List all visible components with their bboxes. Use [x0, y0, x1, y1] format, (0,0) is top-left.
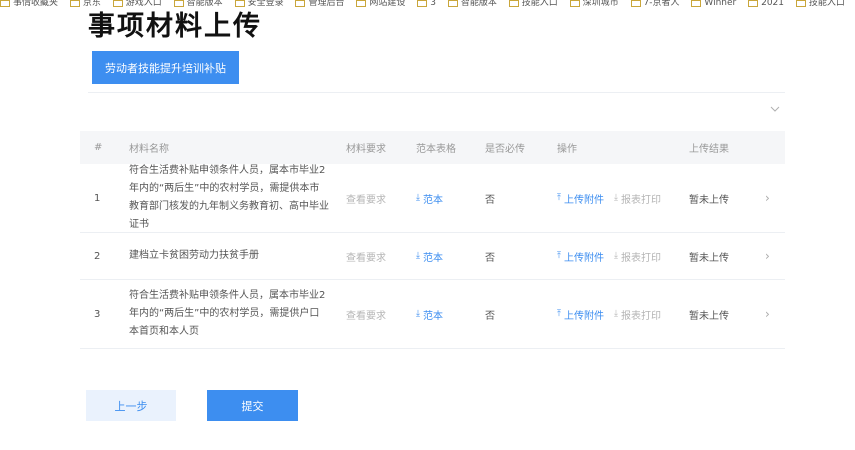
- template-download-link[interactable]: ⤓ 范本: [416, 233, 443, 279]
- bookmark-item[interactable]: 网站建设: [356, 0, 405, 8]
- divider: [88, 92, 785, 93]
- template-download-link[interactable]: ⤓ 范本: [416, 280, 443, 348]
- view-requirement-link[interactable]: 查看要求: [346, 233, 386, 279]
- view-requirement-link[interactable]: 查看要求: [346, 164, 386, 232]
- bookmarks-bar: 事情收藏夹 京东 游戏入口 智能版本 安全登录 管理后台 网站建设 3 智能版本…: [0, 0, 855, 9]
- folder-icon: [691, 0, 702, 7]
- download-icon: ⤓: [614, 251, 618, 261]
- download-icon: ⤓: [614, 309, 618, 319]
- upload-icon: ⤒: [557, 193, 561, 203]
- upload-attachment-link[interactable]: ⤒ 上传附件: [557, 280, 604, 348]
- material-name: 符合生活费补贴申领条件人员，属本市毕业2年内的“两后生”中的农村学员，需提供户口…: [129, 290, 326, 337]
- folder-icon: [508, 0, 519, 7]
- bookmark-item[interactable]: 京东: [69, 0, 101, 8]
- print-report-link[interactable]: ⤓ 报表打印: [614, 164, 661, 232]
- material-name: 符合生活费补贴申领条件人员，属本市毕业2年内的“两后生”中的农村学员，需提供本市…: [129, 165, 329, 230]
- bookmark-item[interactable]: 智能版本: [173, 0, 223, 8]
- upload-result: 暂未上传: [689, 194, 729, 206]
- download-icon: ⤓: [614, 193, 618, 203]
- folder-icon: [173, 0, 184, 7]
- header-requirement: 材料要求: [346, 144, 386, 155]
- download-icon: ⤓: [416, 251, 420, 261]
- table-header: # 材料名称 材料要求 范本表格 是否必传 操作 上传结果: [80, 131, 785, 164]
- previous-step-button[interactable]: 上一步: [86, 390, 176, 421]
- submit-button[interactable]: 提交: [207, 390, 298, 421]
- folder-icon: [630, 0, 641, 7]
- page-title: 事项材料上传: [88, 11, 262, 42]
- row-index: 1: [94, 192, 101, 204]
- folder-icon: [356, 0, 367, 7]
- chevron-down-icon[interactable]: [770, 104, 780, 114]
- bookmark-item[interactable]: 管理后台: [295, 0, 344, 8]
- required-value: 否: [485, 194, 495, 206]
- bookmark-item[interactable]: 深圳城市: [569, 0, 619, 8]
- materials-table: # 材料名称 材料要求 范本表格 是否必传 操作 上传结果 1 符合生活费补贴申…: [80, 131, 785, 349]
- table-row[interactable]: 3 符合生活费补贴申领条件人员，属本市毕业2年内的“两后生”中的农村学员，需提供…: [80, 280, 785, 349]
- row-index: 3: [94, 308, 101, 320]
- view-requirement-link[interactable]: 查看要求: [346, 280, 386, 348]
- subsidy-type-tab[interactable]: 劳动者技能提升培训补贴: [92, 51, 239, 84]
- folder-icon: [795, 0, 806, 7]
- material-name: 建档立卡贫困劳动力扶贫手册: [129, 250, 259, 261]
- download-icon: ⤓: [416, 309, 420, 319]
- print-report-link[interactable]: ⤓ 报表打印: [614, 233, 661, 279]
- bookmark-item[interactable]: 事情收藏夹: [0, 0, 58, 8]
- folder-icon: [0, 0, 10, 7]
- bookmark-item[interactable]: 游戏入口: [112, 0, 162, 8]
- bookmark-item[interactable]: 2021: [748, 0, 784, 8]
- upload-icon: ⤒: [557, 309, 561, 319]
- folder-icon: [295, 0, 306, 7]
- row-index: 2: [94, 250, 101, 262]
- chevron-right-icon[interactable]: ›: [765, 233, 770, 279]
- bookmark-item[interactable]: Winner: [691, 0, 736, 8]
- upload-icon: ⤒: [557, 251, 561, 261]
- folder-icon: [112, 0, 123, 7]
- bookmark-item[interactable]: 智能版本: [447, 0, 497, 8]
- header-name: 材料名称: [129, 144, 169, 155]
- bookmark-item[interactable]: 技能入口: [795, 0, 845, 8]
- chevron-right-icon[interactable]: ›: [765, 164, 770, 232]
- upload-result: 暂未上传: [689, 252, 729, 264]
- header-action: 操作: [557, 144, 577, 155]
- template-download-link[interactable]: ⤓ 范本: [416, 164, 443, 232]
- header-index: #: [94, 142, 103, 153]
- upload-result: 暂未上传: [689, 310, 729, 322]
- header-template: 范本表格: [416, 144, 456, 155]
- folder-icon: [569, 0, 580, 7]
- upload-attachment-link[interactable]: ⤒ 上传附件: [557, 233, 604, 279]
- table-row[interactable]: 2 建档立卡贫困劳动力扶贫手册 查看要求 ⤓ 范本 否 ⤒ 上传附件 ⤓ 报表打印 暂…: [80, 233, 785, 280]
- header-required: 是否必传: [485, 144, 525, 155]
- folder-icon: [69, 0, 80, 7]
- folder-icon: [447, 0, 458, 7]
- print-report-link[interactable]: ⤓ 报表打印: [614, 280, 661, 348]
- bookmark-item[interactable]: 7-京者人: [630, 0, 680, 8]
- bookmark-item[interactable]: 3: [417, 0, 436, 8]
- upload-attachment-link[interactable]: ⤒ 上传附件: [557, 164, 604, 232]
- bookmark-item[interactable]: 技能入口: [508, 0, 558, 8]
- folder-icon: [234, 0, 245, 7]
- chevron-right-icon[interactable]: ›: [765, 280, 770, 348]
- required-value: 否: [485, 310, 495, 322]
- folder-icon: [417, 0, 428, 7]
- folder-icon: [748, 0, 759, 7]
- download-icon: ⤓: [416, 193, 420, 203]
- required-value: 否: [485, 252, 495, 264]
- bookmark-item[interactable]: 安全登录: [234, 0, 284, 8]
- table-row[interactable]: 1 符合生活费补贴申领条件人员，属本市毕业2年内的“两后生”中的农村学员，需提供…: [80, 164, 785, 233]
- header-result: 上传结果: [689, 144, 729, 155]
